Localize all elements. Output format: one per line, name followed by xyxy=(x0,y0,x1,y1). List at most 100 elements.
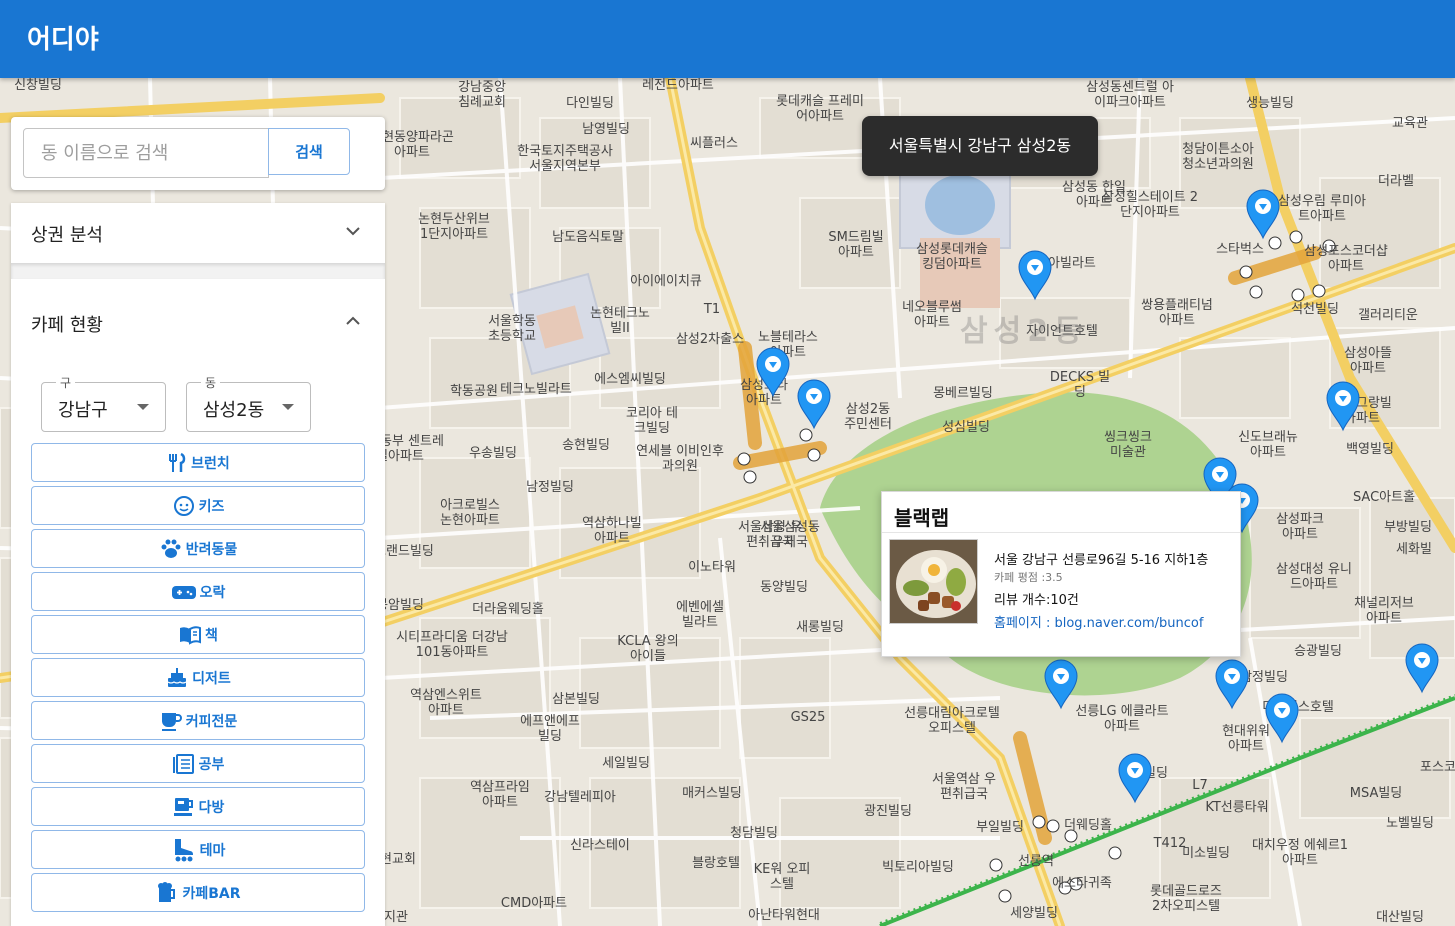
category-button-6[interactable]: 디저트 xyxy=(31,658,365,697)
gu-select-label: 구 xyxy=(56,374,76,391)
cafe-marker-pin-icon[interactable] xyxy=(1017,249,1053,301)
map-place-label: SAC아트홀 xyxy=(1352,490,1416,505)
map-place-label: 한국토지주택공사 서울지역본부 xyxy=(517,144,613,174)
map-place-label: 선릉대림아크로텔 오피스텔 xyxy=(904,706,1000,736)
category-button-5[interactable]: 책 xyxy=(31,615,365,654)
category-button-10[interactable]: 테마 xyxy=(31,830,365,869)
map-place-label: 동양빌딩 xyxy=(760,580,808,595)
map-place-label: 삼성포스코더샵 아파트 xyxy=(1304,244,1388,274)
map-place-label: 서울학동 초등학교 xyxy=(488,314,536,344)
map-place-label: 채널리저브 아파트 xyxy=(1354,596,1414,626)
map-place-label: 삼성대성 유니드아파트 xyxy=(1276,562,1352,592)
map-place-label: 삼성2차출스 xyxy=(675,332,745,347)
dong-select[interactable]: 동 삼성2동 xyxy=(186,374,311,432)
map-place-label: 새롱빌딩 xyxy=(796,620,844,635)
cafe-marker-pin-icon[interactable] xyxy=(755,346,791,398)
area-watermark: 삼성2동 xyxy=(960,314,1088,349)
cafe-marker-pin-icon[interactable] xyxy=(1245,188,1281,240)
map-place-label: 신도브래뉴 아파트 xyxy=(1238,430,1298,460)
map-place-label: CMD아파트 xyxy=(500,896,568,911)
cafe-photo xyxy=(889,539,978,624)
map-place-label: 더라움웨딩홀 xyxy=(472,602,544,617)
map-place-label: 더웨딩홀 xyxy=(1064,818,1112,833)
category-label: 커피전문 xyxy=(185,713,238,730)
accordion-title: 상권 분석 xyxy=(31,225,103,246)
map-place-label: 씨플러스 xyxy=(690,136,738,151)
map-place-label: 노벨빌딩 xyxy=(1386,816,1434,831)
category-label: 디저트 xyxy=(192,670,231,687)
category-button-1[interactable]: 브런치 xyxy=(31,443,365,482)
category-button-7[interactable]: 커피전문 xyxy=(31,701,365,740)
map-place-label: 세일빌딩 xyxy=(602,756,650,771)
map-place-label: 이노타워 xyxy=(688,560,736,575)
category-button-3[interactable]: 반려동물 xyxy=(31,529,365,568)
app-title[interactable]: 어디야 xyxy=(27,19,99,56)
map-place-label: KE워 오피스텔 xyxy=(753,862,811,892)
map-place-label: KT선릉타워 xyxy=(1205,800,1269,815)
map-place-label: DECKS 빌딩 xyxy=(1049,370,1111,400)
category-label: 책 xyxy=(205,627,218,644)
map-place-label: 삼성동센트럴 아이파크아파트 xyxy=(1086,80,1174,110)
category-label: 다방 xyxy=(198,799,225,816)
map-place-label: 서울역삼 우편취급국 xyxy=(932,772,996,802)
category-button-11[interactable]: 카페BAR xyxy=(31,873,365,912)
map-place-label: 논현테크노 빌II xyxy=(590,306,650,336)
accordion-market-analysis[interactable]: 상권 분석 xyxy=(11,203,385,263)
map-place-label: 논현두산위브 1단지아파트 xyxy=(418,212,490,242)
map-place-label: 세화빌 xyxy=(1396,542,1432,557)
app-root: 어디야 신창빌딩 강남중앙 침례교회 다인빌딩 레전드아파트 롯데캐슬 프레미어… xyxy=(0,0,1455,926)
map-place-label: 에스엠씨빌딩 xyxy=(594,372,666,387)
map-place-label: 테크노빌라트 xyxy=(500,382,572,397)
gu-select[interactable]: 구 강남구 xyxy=(41,374,166,432)
cafe-marker-pin-icon[interactable] xyxy=(1043,658,1079,710)
info-divider xyxy=(882,532,1240,533)
cafe-marker-pin-icon[interactable] xyxy=(796,378,832,430)
category-button-4[interactable]: 오락 xyxy=(31,572,365,611)
map-place-label: 블랑호텔 xyxy=(692,856,740,871)
map-place-label: 신라스테이 xyxy=(570,838,630,853)
category-button-9[interactable]: 다방 xyxy=(31,787,365,826)
map-place-label: 코리아 테크빌딩 xyxy=(626,406,678,436)
map-place-label: 석천빌딩 xyxy=(1291,302,1339,317)
category-button-8[interactable]: 공부 xyxy=(31,744,365,783)
dong-select-value: 삼성2동 xyxy=(203,400,265,421)
search-button[interactable]: 검색 xyxy=(268,128,350,175)
cafe-homepage-link[interactable]: 홈페이지 : blog.naver.com/buncof xyxy=(994,612,1203,631)
cafe-info-window[interactable]: 블랙랩 서울 강남구 선릉로96길 5-16 지하1층 카페 평점 :3.5 리… xyxy=(881,491,1241,657)
cafe-marker-pin-icon[interactable] xyxy=(1264,692,1300,744)
cafe-marker-pin-icon[interactable] xyxy=(1214,658,1250,710)
map-place-label: 승광빌딩 xyxy=(1294,644,1342,659)
side-panel: 상권 분석 카페 현황 구 강남구 동 삼성2동 브런치키즈반려동물오락책디저트… xyxy=(11,203,385,926)
map-place-label: 아난타워현대 xyxy=(748,908,820,923)
map-place-label: MSA빌딩 xyxy=(1349,786,1403,801)
dong-search-input[interactable] xyxy=(23,128,269,178)
category-button-2[interactable]: 키즈 xyxy=(31,486,365,525)
gu-select-value: 강남구 xyxy=(58,400,108,421)
map-place-label: 삼성힐스테이트 2단지아파트 xyxy=(1101,190,1199,220)
map-place-label: T1 xyxy=(703,302,721,317)
cafe-marker-pin-icon[interactable] xyxy=(1404,642,1440,694)
accordion-title: 카페 현황 xyxy=(31,315,103,336)
beer-mug-icon xyxy=(155,881,179,905)
map-place-label: 더라벨 xyxy=(1378,174,1414,189)
roller-skate-icon xyxy=(171,838,197,862)
map-place-label: 대치우정 에쉐르1아파트 xyxy=(1251,838,1349,868)
teacup-icon xyxy=(172,796,196,818)
cafe-marker-pin-icon[interactable] xyxy=(1117,752,1153,804)
map-place-label: 갤러리티운 xyxy=(1358,308,1418,323)
map-place-label: 청담이튼소아 청소년과의원 xyxy=(1182,142,1254,172)
cafe-marker-pin-icon[interactable] xyxy=(1325,380,1361,432)
map-place-label: 아크로빌스 논현아파트 xyxy=(440,498,500,528)
dong-select-label: 동 xyxy=(201,374,221,391)
map-place-label: SM드림빌 아파트 xyxy=(828,230,884,260)
accordion-cafe-status[interactable]: 카페 현황 xyxy=(11,293,385,353)
map-place-label: 청담빌딩 xyxy=(730,826,778,841)
map-place-label: 씽크씽크 미술관 xyxy=(1104,430,1152,460)
map-place-label: 다인빌딩 xyxy=(566,96,614,111)
cafe-review-count: 리뷰 개수:10건 xyxy=(994,593,1079,608)
cafe-address: 서울 강남구 선릉로96길 5-16 지하1층 xyxy=(994,553,1209,568)
chevron-down-icon xyxy=(346,227,360,236)
map-place-label: KCLA 왕의아이들 xyxy=(617,634,679,664)
paw-icon xyxy=(159,538,183,560)
cafe-rating: 카페 평점 :3.5 xyxy=(994,571,1063,584)
